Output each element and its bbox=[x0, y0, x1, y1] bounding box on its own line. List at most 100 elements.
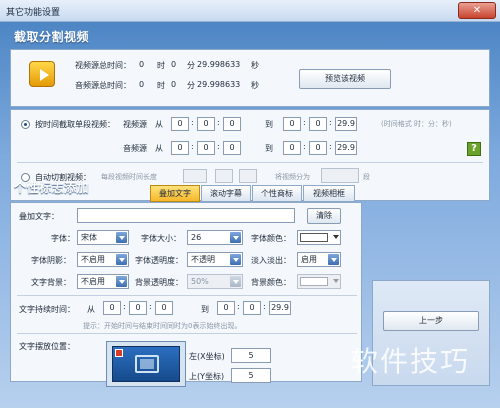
split-into-label: 将视频分为 bbox=[275, 173, 310, 181]
duration-to-label: 到 bbox=[201, 305, 209, 314]
text-bg-select[interactable]: 不启用 bbox=[77, 274, 129, 289]
help-icon[interactable]: ? bbox=[467, 142, 481, 156]
chevron-down-icon bbox=[328, 254, 339, 265]
video-to-hours[interactable]: 0 bbox=[283, 117, 301, 131]
close-button[interactable]: ✕ bbox=[458, 2, 496, 19]
overlay-divider-1 bbox=[17, 295, 357, 296]
top-y-input[interactable]: 5 bbox=[231, 368, 271, 383]
bg-color-label: 背景颜色： bbox=[251, 278, 291, 287]
shadow-select[interactable]: 不启用 bbox=[77, 252, 129, 267]
position-label: 文字摆放位置： bbox=[19, 342, 75, 351]
video-duration-seconds-unit: 秒 bbox=[251, 61, 259, 70]
font-color-label: 字体颜色： bbox=[251, 234, 291, 243]
segment-count-input[interactable] bbox=[321, 168, 359, 183]
tab-video-frame[interactable]: 视频相框 bbox=[303, 185, 355, 202]
chevron-down-icon bbox=[116, 232, 127, 243]
font-size-select-value: 26 bbox=[191, 233, 202, 242]
fade-label: 淡入淡出： bbox=[251, 256, 291, 265]
left-x-input[interactable]: 5 bbox=[231, 348, 271, 363]
duration-to-minutes[interactable]: 0 bbox=[243, 301, 261, 315]
font-size-label: 字体大小： bbox=[141, 234, 181, 243]
audio-to-seconds[interactable]: 29.9 bbox=[335, 141, 357, 155]
window-title: 其它功能设置 bbox=[6, 8, 61, 18]
chevron-down-icon bbox=[333, 235, 339, 239]
chevron-down-icon bbox=[230, 254, 241, 265]
video-source-label: 视频源 bbox=[123, 120, 147, 129]
duration-from-hours[interactable]: 0 bbox=[103, 301, 121, 315]
bg-color-picker[interactable] bbox=[297, 274, 341, 289]
tab-custom-logo[interactable]: 个性商标 bbox=[252, 185, 302, 202]
audio-to-minutes[interactable]: 0 bbox=[309, 141, 327, 155]
font-color-swatch bbox=[300, 233, 328, 242]
video-to-seconds[interactable]: 29.9 bbox=[335, 117, 357, 131]
bg-color-swatch bbox=[300, 277, 328, 286]
font-opacity-select[interactable]: 不透明 bbox=[187, 252, 243, 267]
audio-duration-hours: 0 bbox=[139, 80, 145, 89]
duration-hint: 提示：开始时间与结束时间同时为0表示始终出现。 bbox=[83, 322, 242, 330]
duration-label: 文字持续时间： bbox=[19, 305, 75, 314]
preview-video-button[interactable]: 预览该视频 bbox=[299, 69, 391, 89]
segments-unit: 段 bbox=[363, 173, 370, 181]
audio-duration-seconds-unit: 秒 bbox=[251, 81, 259, 90]
each-length-minutes[interactable] bbox=[215, 169, 233, 183]
audio-duration-label: 音频源总时间： bbox=[75, 81, 131, 90]
font-select-value: 宋体 bbox=[81, 233, 97, 242]
audio-from-seconds[interactable]: 0 bbox=[223, 141, 241, 155]
audio-from-hours[interactable]: 0 bbox=[171, 141, 189, 155]
audio-duration-minutes: 0 bbox=[171, 80, 177, 89]
prev-step-button[interactable]: 上一步 bbox=[383, 311, 479, 331]
bg-opacity-label: 背景透明度： bbox=[135, 278, 183, 287]
audio-duration-seconds: 29.998633 bbox=[197, 80, 241, 89]
bg-opacity-select[interactable]: 50% bbox=[187, 274, 243, 289]
audio-from-label: 从 bbox=[155, 144, 163, 153]
duration-from-minutes[interactable]: 0 bbox=[129, 301, 147, 315]
overlay-text-label: 叠加文字： bbox=[19, 212, 59, 221]
cut-divider bbox=[17, 162, 483, 163]
duration-to-hours[interactable]: 0 bbox=[217, 301, 235, 315]
font-size-select[interactable]: 26 bbox=[187, 230, 243, 245]
video-from-label: 从 bbox=[155, 120, 163, 129]
shadow-label: 字体阴影： bbox=[31, 256, 71, 265]
section-title-logo: 个性标志添加 bbox=[14, 181, 90, 195]
duration-to-seconds[interactable]: 29.9 bbox=[269, 301, 291, 315]
video-from-seconds[interactable]: 0 bbox=[223, 117, 241, 131]
video-from-minutes[interactable]: 0 bbox=[197, 117, 215, 131]
single-cut-radio[interactable] bbox=[21, 120, 30, 129]
audio-duration-minutes-unit: 分 bbox=[187, 81, 195, 90]
audio-duration-hours-unit: 时 bbox=[157, 81, 165, 90]
video-to-label: 到 bbox=[265, 120, 273, 129]
window-titlebar: 其它功能设置 ✕ bbox=[0, 0, 500, 22]
tab-scrolling-subtitle[interactable]: 滚动字幕 bbox=[201, 185, 251, 202]
source-info-panel: 视频源总时间： 0 时 0 分 29.998633 秒 音频源总时间： 0 时 … bbox=[10, 49, 490, 107]
font-color-picker[interactable] bbox=[297, 230, 341, 245]
font-label: 字体： bbox=[51, 234, 75, 243]
audio-from-minutes[interactable]: 0 bbox=[197, 141, 215, 155]
shadow-select-value: 不启用 bbox=[81, 255, 105, 264]
each-length-hours[interactable] bbox=[183, 169, 207, 183]
video-duration-minutes: 0 bbox=[171, 60, 177, 69]
video-to-minutes[interactable]: 0 bbox=[309, 117, 327, 131]
video-duration-minutes-unit: 分 bbox=[187, 61, 195, 70]
video-from-hours[interactable]: 0 bbox=[171, 117, 189, 131]
window-client: 截取分割视频 视频源总时间： 0 时 0 分 29.998633 秒 音频源总时… bbox=[0, 22, 500, 408]
chevron-down-icon bbox=[333, 279, 339, 283]
duration-from-seconds[interactable]: 0 bbox=[155, 301, 173, 315]
font-opacity-select-value: 不透明 bbox=[191, 255, 215, 264]
overlay-text-panel: 叠加文字： 清除 字体： 宋体 字体大小： 26 字体颜色： 字体阴影： 不启用… bbox=[10, 202, 362, 387]
film-icon bbox=[135, 355, 159, 373]
left-x-label: 左(X坐标) bbox=[189, 352, 225, 361]
watermark-text: 软件技巧 bbox=[350, 345, 471, 378]
overlay-divider-2 bbox=[17, 333, 357, 334]
fade-select[interactable]: 启用 bbox=[297, 252, 341, 267]
bg-opacity-select-value: 50% bbox=[191, 277, 209, 286]
video-file-icon bbox=[29, 61, 55, 87]
audio-to-hours[interactable]: 0 bbox=[283, 141, 301, 155]
position-marker[interactable] bbox=[115, 349, 123, 357]
tab-overlay-text[interactable]: 叠加文字 bbox=[150, 185, 200, 202]
section-title-cut: 截取分割视频 bbox=[14, 30, 90, 44]
font-select[interactable]: 宋体 bbox=[77, 230, 129, 245]
each-length-seconds[interactable] bbox=[239, 169, 257, 183]
overlay-text-input[interactable] bbox=[77, 208, 295, 223]
clear-text-button[interactable]: 清除 bbox=[307, 208, 341, 224]
video-duration-hours-unit: 时 bbox=[157, 61, 165, 70]
